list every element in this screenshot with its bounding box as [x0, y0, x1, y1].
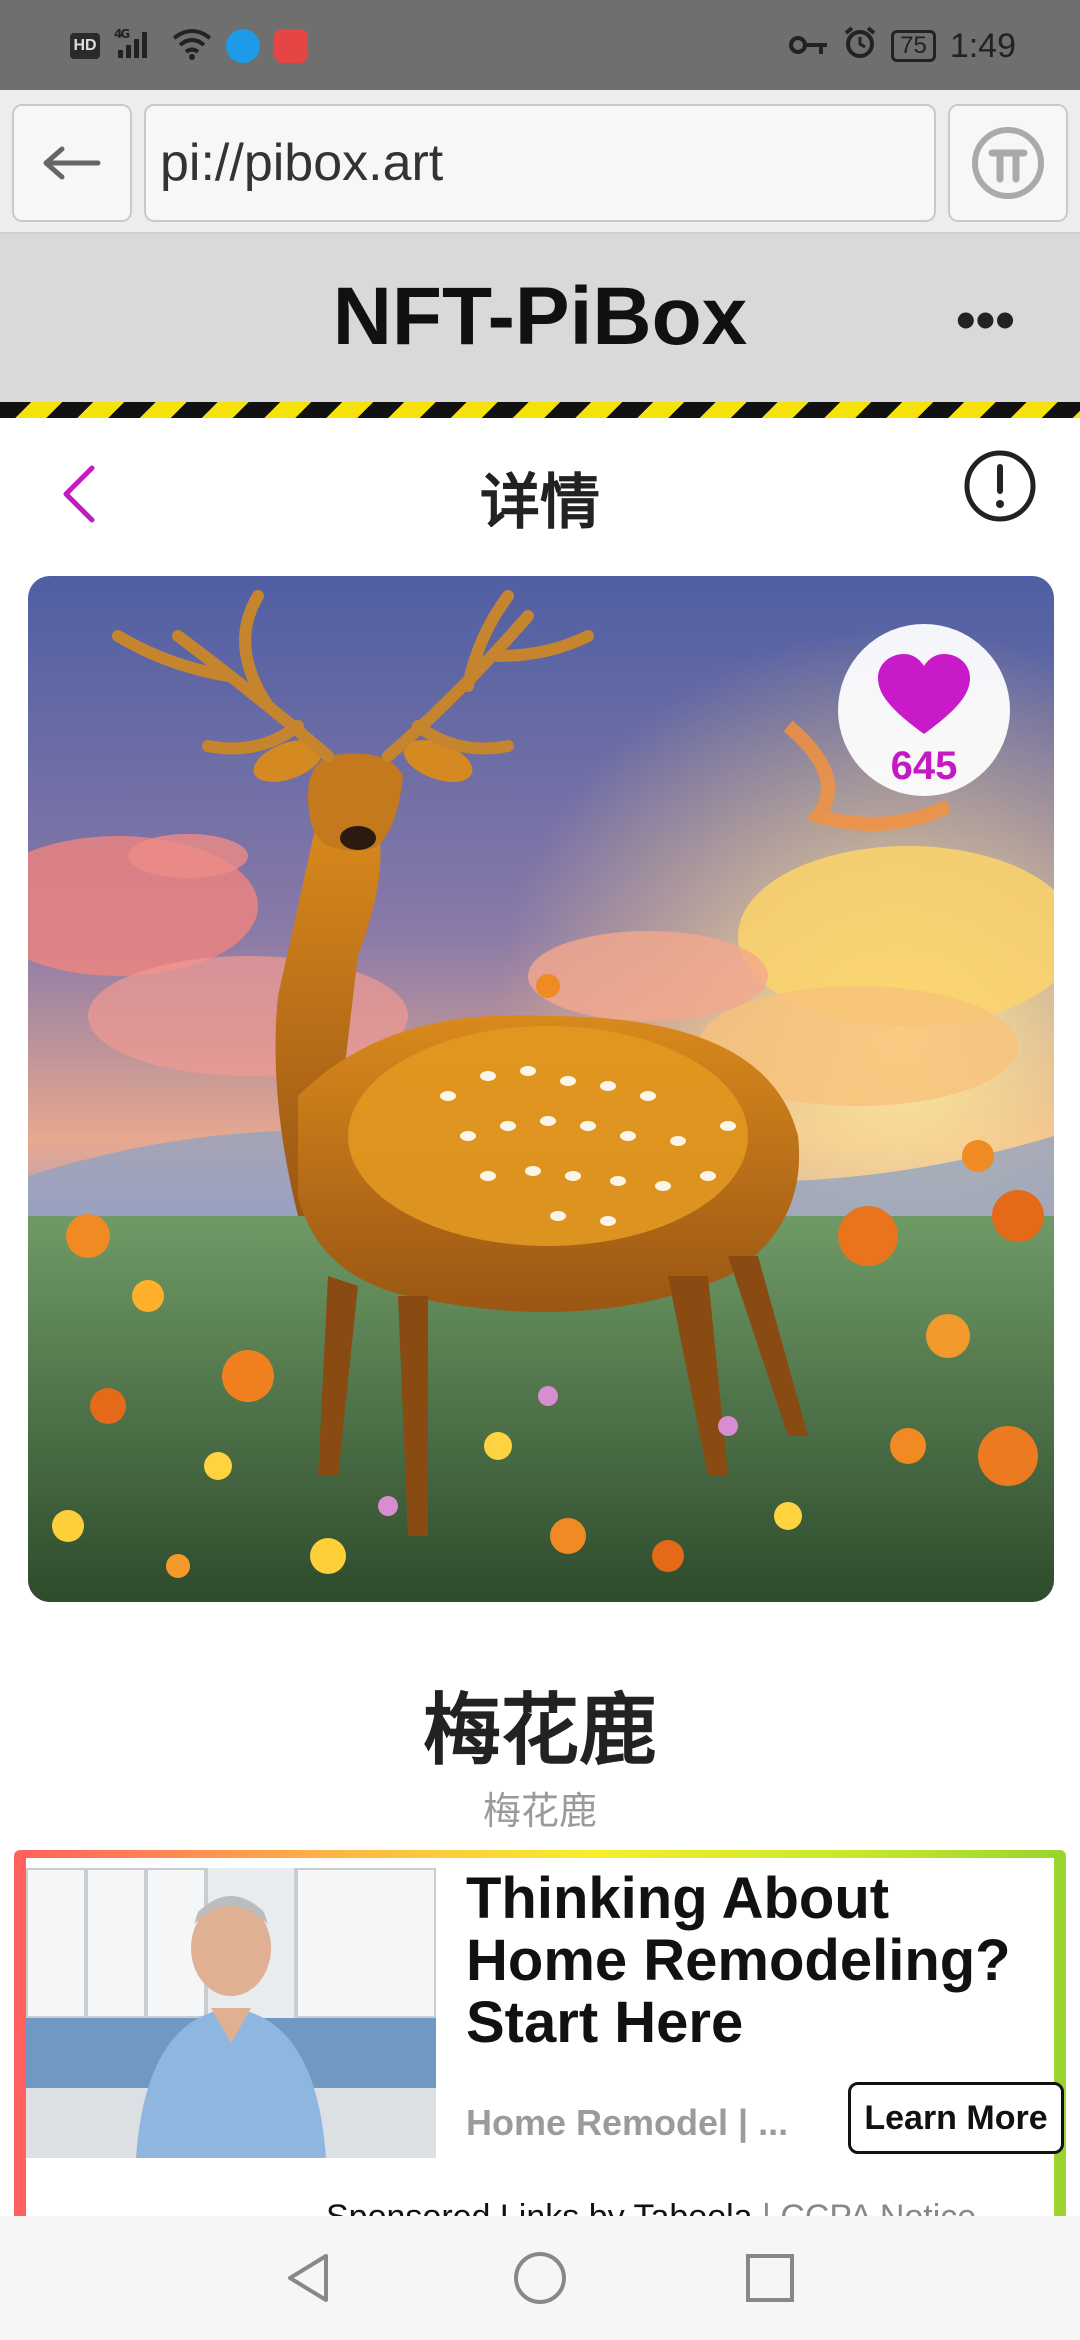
status-right: 75 1:49 — [789, 24, 1016, 68]
browser-toolbar: pi://pibox.art — [0, 90, 1080, 234]
url-input[interactable]: pi://pibox.art — [144, 104, 936, 222]
more-menu-button[interactable]: ••• — [956, 292, 1015, 348]
learn-more-button[interactable]: Learn More — [848, 2082, 1064, 2154]
vpn-key-icon — [789, 27, 829, 66]
pi-browser-button[interactable] — [948, 104, 1068, 222]
app-notification-icon — [226, 29, 260, 63]
nft-subtitle: 梅花鹿 — [482, 1791, 597, 1833]
hazard-stripe — [0, 402, 1080, 418]
ad-card: Thinking About Home Remodeling? Start He… — [26, 1858, 1064, 2260]
nav-home-icon[interactable] — [508, 2246, 572, 2310]
sponsored-ad[interactable]: Thinking About Home Remodeling? Start He… — [14, 1850, 1066, 2260]
like-count: 645 — [890, 744, 958, 788]
nav-recents-icon[interactable] — [738, 2246, 802, 2310]
huawei-store-icon — [274, 29, 308, 63]
svg-text:4G: 4G — [114, 27, 129, 41]
ad-source: Home Remodel | ... — [466, 2102, 789, 2143]
wifi-icon — [172, 28, 212, 65]
arrow-left-icon — [43, 146, 101, 180]
detail-nav: 详情 — [0, 418, 1080, 558]
like-button[interactable]: 645 — [838, 624, 1010, 796]
status-time: 1:49 — [949, 26, 1016, 65]
site-title: NFT-PiBox — [332, 271, 748, 362]
ad-image[interactable] — [26, 1868, 436, 2158]
status-left-icons: HD 4G — [70, 26, 308, 66]
signal-4g-icon: 4G — [114, 26, 158, 67]
info-icon[interactable] — [962, 448, 1038, 524]
heart-icon — [878, 654, 970, 734]
ad-headline[interactable]: Thinking About Home Remodeling? Start He… — [466, 1868, 1066, 2080]
system-nav-bar — [0, 2216, 1080, 2340]
nft-name: 梅花鹿 — [422, 1686, 657, 1774]
hd-icon: HD — [70, 33, 100, 59]
alarm-icon — [843, 25, 877, 68]
battery-indicator: 75 — [891, 30, 936, 62]
site-header: NFT-PiBox ••• — [0, 234, 1080, 402]
page-title: 详情 — [480, 469, 600, 536]
pi-logo-icon — [972, 127, 1044, 199]
nav-back-icon[interactable] — [276, 2246, 340, 2310]
browser-back-button[interactable] — [12, 104, 132, 222]
status-bar: HD 4G 75 1:49 — [0, 0, 1080, 90]
